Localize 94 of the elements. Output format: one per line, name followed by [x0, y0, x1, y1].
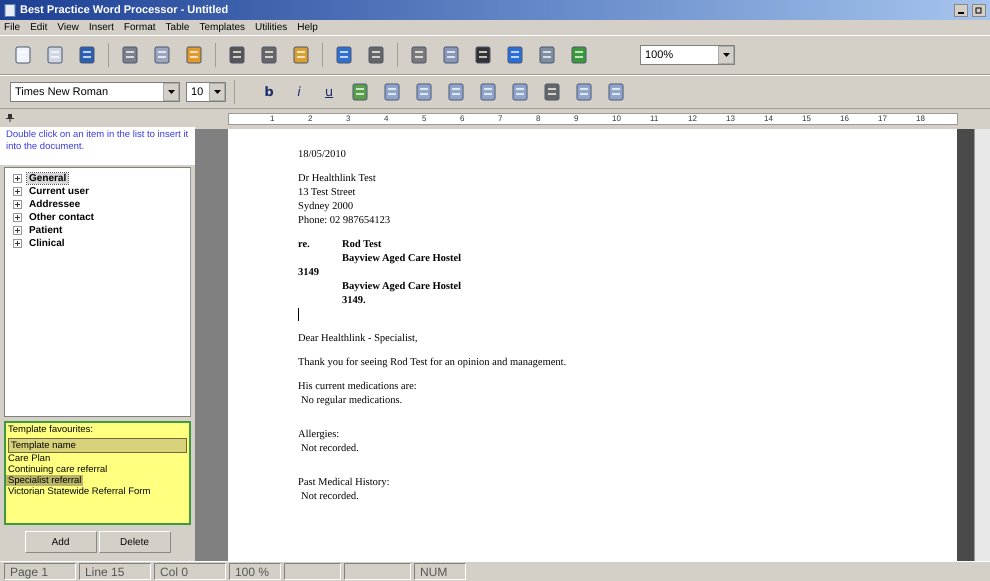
status-text: 100 % — [229, 563, 281, 580]
expand-icon[interactable] — [13, 226, 22, 234]
restore-icon — [975, 6, 983, 14]
status-panel — [284, 563, 341, 580]
ruler-number: 9 — [573, 114, 580, 124]
document-text: Bayview Aged Care Hostel — [342, 280, 462, 292]
tree-item[interactable]: Clinical — [27, 238, 67, 248]
status-text: NUM — [414, 563, 466, 580]
expand-icon[interactable] — [13, 238, 22, 248]
list-item[interactable]: Victorian Statewide Referral Form — [6, 486, 152, 497]
menu-item[interactable]: Templates — [199, 22, 246, 33]
tree-item[interactable]: Patient — [27, 224, 64, 236]
list-item[interactable]: Specialist referral — [6, 475, 84, 486]
dropdown-arrow-icon — [722, 53, 730, 57]
ruler-number: 12 — [687, 114, 698, 124]
document-text: Rod Test — [342, 238, 382, 250]
status-text: Page 1 — [4, 563, 76, 580]
hint-text: Double click on an item in the list to insert it into the document. — [0, 127, 195, 165]
status-text: Line 15 — [79, 563, 151, 580]
ruler-number: 17 — [877, 114, 888, 124]
menu-item[interactable]: Edit — [30, 22, 48, 33]
zoom-dropdown[interactable]: 100% — [640, 45, 735, 65]
tree-item[interactable]: Current user — [27, 186, 92, 196]
list-item[interactable]: Continuing care referral — [6, 464, 110, 475]
menu-item[interactable]: File — [4, 22, 20, 33]
expand-icon[interactable] — [13, 212, 22, 222]
document-text: 13 Test Street — [298, 186, 356, 198]
menu-item[interactable]: View — [57, 22, 79, 33]
column-header[interactable]: Template name — [8, 438, 187, 453]
app-icon — [4, 4, 16, 16]
minimize-button[interactable] — [954, 4, 968, 16]
document-text: His current medications are: — [298, 380, 417, 392]
menu-item[interactable]: Help — [297, 22, 318, 33]
font-size-dropdown[interactable]: 10 — [186, 82, 226, 102]
document-text: Thank you for seeing Rod Test for an opinion and management. — [298, 356, 566, 368]
bold-button[interactable]: b — [257, 80, 281, 104]
menu-item[interactable]: Insert — [88, 22, 114, 33]
list-item[interactable]: Care Plan — [6, 453, 52, 464]
window-title: Best Practice Word Processor - Untitled — [20, 4, 228, 16]
document-text: 3149. — [342, 294, 366, 306]
font-dropdown[interactable]: Times New Roman — [10, 82, 180, 102]
dropdown-button[interactable] — [718, 46, 734, 64]
italic-button[interactable]: i — [287, 80, 311, 104]
ruler-number: 14 — [763, 114, 774, 124]
document-text: No regular medications. — [301, 394, 402, 406]
document-text: 3149 — [298, 266, 319, 278]
document-text: Allergies: — [298, 428, 340, 440]
ruler-number: 4 — [383, 114, 390, 124]
tree-item[interactable]: General — [27, 172, 68, 184]
ruler-number: 7 — [497, 114, 504, 124]
menu-item[interactable]: Table — [166, 22, 190, 33]
document-text: Dr Healthlink Test — [298, 172, 376, 184]
ruler-number: 5 — [421, 114, 428, 124]
expand-icon[interactable] — [13, 186, 22, 196]
ruler-number: 2 — [307, 114, 314, 124]
document-text: Dear Healthlink - Specialist, — [298, 332, 418, 344]
document-text: Sydney 2000 — [298, 200, 354, 212]
expand-icon[interactable] — [13, 174, 22, 182]
document-text: 18/05/2010 — [298, 148, 346, 160]
ruler-number: 8 — [535, 114, 542, 124]
dropdown-arrow-icon — [214, 90, 220, 94]
re-label: re. — [298, 238, 311, 250]
document-text: Not recorded. — [301, 490, 359, 502]
pin-icon[interactable] — [6, 114, 14, 122]
favourites-title: Template favourites: — [7, 423, 94, 436]
ruler-number: 6 — [459, 114, 466, 124]
underline-button[interactable]: u — [317, 80, 341, 104]
document-text: Phone: 02 987654123 — [298, 214, 390, 226]
tree-item[interactable]: Addressee — [27, 198, 82, 210]
ruler-number: 10 — [611, 114, 622, 124]
restore-button[interactable] — [972, 4, 986, 16]
ruler-number: 18 — [915, 114, 926, 124]
menu-item[interactable]: Format — [124, 22, 156, 33]
ruler-number: 16 — [839, 114, 850, 124]
menu-item[interactable]: Utilities — [255, 22, 288, 33]
status-panel — [344, 563, 411, 580]
scrollbar[interactable] — [974, 129, 990, 561]
dropdown-button[interactable] — [209, 83, 225, 101]
ruler-number: 15 — [801, 114, 812, 124]
document-text: Past Medical History: — [298, 476, 390, 488]
document-text: Not recorded. — [301, 442, 359, 454]
ruler-number: 1 — [269, 114, 276, 124]
ruler-number: 11 — [649, 114, 660, 124]
delete-button[interactable]: Delete — [98, 531, 170, 553]
ruler-number: 13 — [725, 114, 736, 124]
dropdown-arrow-icon — [168, 90, 174, 94]
tree-item[interactable]: Other contact — [27, 212, 96, 222]
document-text: Bayview Aged Care Hostel — [342, 252, 462, 264]
text-cursor — [298, 308, 299, 320]
status-text: Col 0 — [154, 563, 226, 580]
expand-icon[interactable] — [13, 200, 22, 208]
add-button[interactable]: Add — [24, 531, 96, 553]
dropdown-button[interactable] — [163, 83, 179, 101]
ruler-number: 3 — [345, 114, 352, 124]
